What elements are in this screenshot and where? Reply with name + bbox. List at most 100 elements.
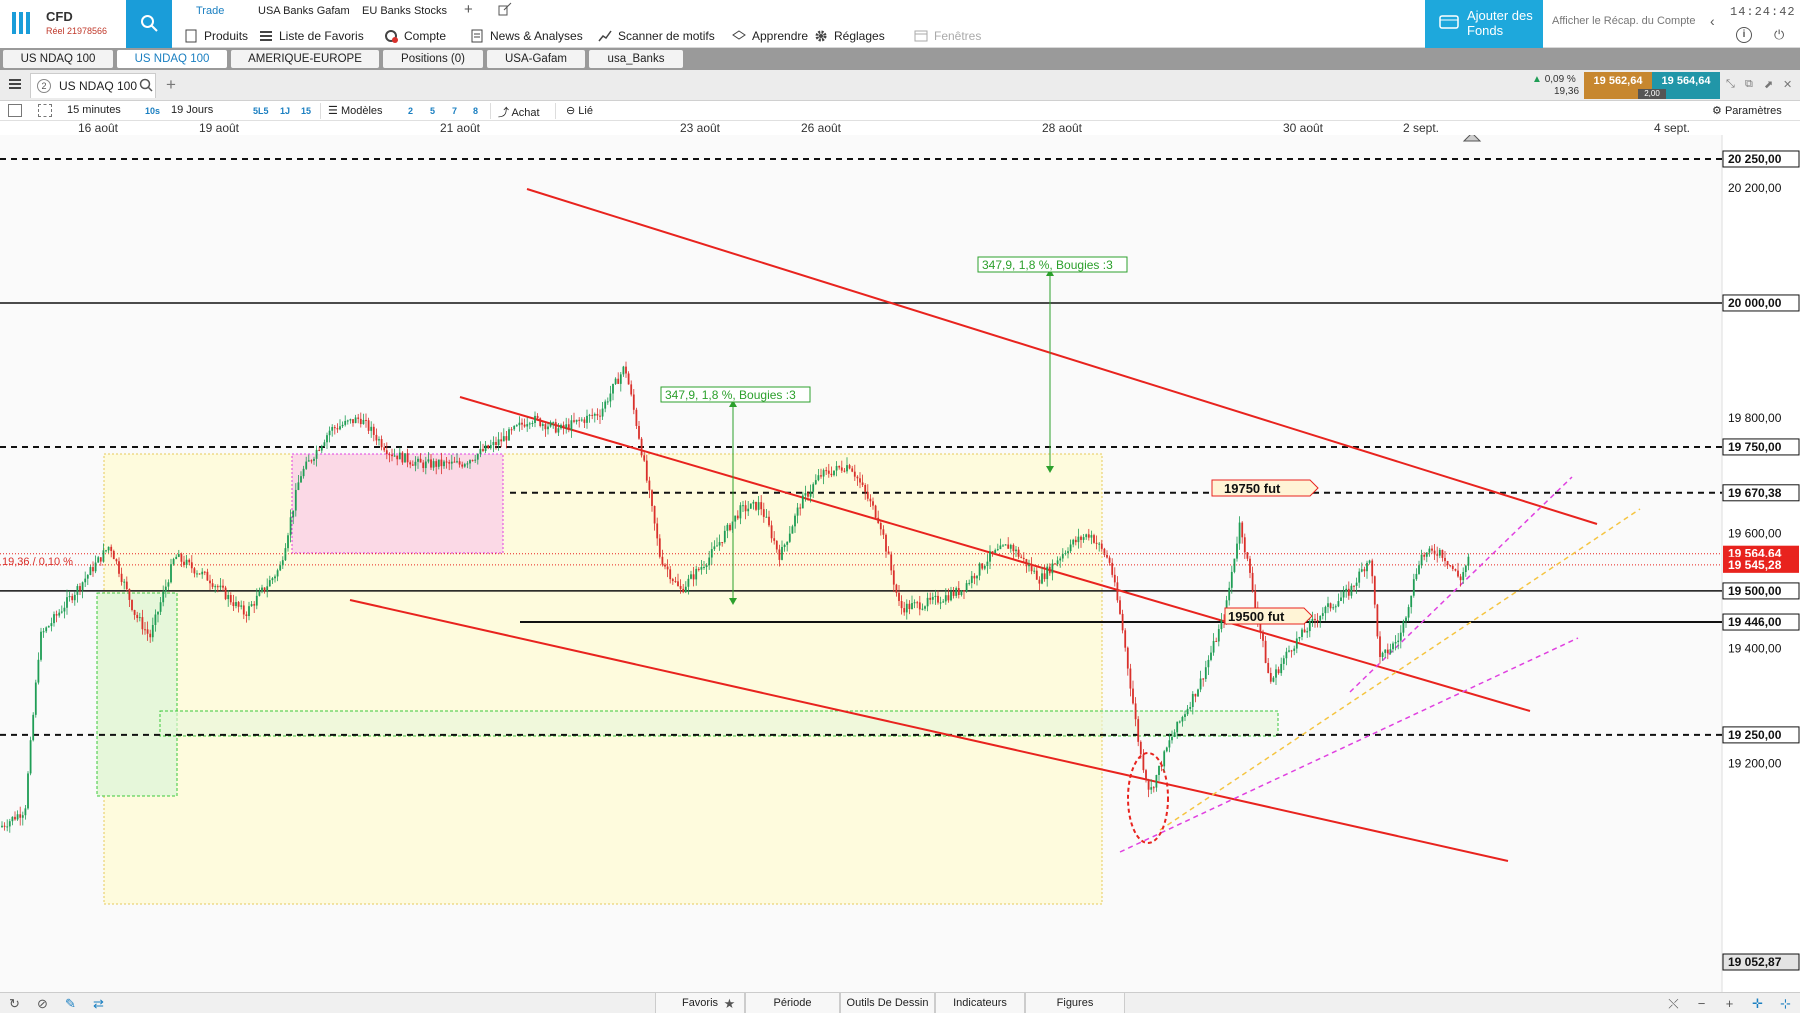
price-axis-label: 19 500,00: [1722, 582, 1800, 600]
candle: [131, 599, 133, 612]
zoom-in-icon[interactable]: +: [1722, 996, 1737, 1011]
add-chart-tab-button[interactable]: +: [166, 75, 176, 95]
buy-mode-icon: ⤴: [498, 107, 509, 119]
hide-icon[interactable]: ⊘: [35, 996, 50, 1011]
price-axis-label: 19 750,00: [1722, 438, 1800, 456]
star-icon[interactable]: ★: [722, 996, 737, 1011]
refresh-icon[interactable]: ↻: [7, 996, 22, 1011]
svg-text:19 400,00: 19 400,00: [1728, 642, 1782, 656]
drawing-tools-tab[interactable]: Outils De Dessin: [840, 993, 935, 1013]
price-change-percent: ▲ 0,09 %: [1532, 74, 1576, 85]
candle: [1233, 558, 1236, 574]
fit-icon[interactable]: ⤬: [1666, 996, 1681, 1011]
svg-text:20 200,00: 20 200,00: [1728, 181, 1782, 195]
power-icon[interactable]: ⏻: [1774, 27, 1790, 43]
price-axis-label: 19 670,38: [1722, 484, 1800, 502]
search-icon[interactable]: [139, 78, 153, 92]
settings-button[interactable]: ⚙ Paramètres: [1712, 104, 1782, 117]
zoom-out-icon[interactable]: −: [1694, 996, 1709, 1011]
menu-liste-favoris[interactable]: Liste de Favoris: [257, 24, 364, 48]
search-button[interactable]: [126, 0, 172, 48]
crosshair-icon[interactable]: ⇄: [91, 996, 106, 1011]
timeframe-shortcut[interactable]: 10s: [145, 106, 160, 116]
indicators-tab[interactable]: Indicateurs: [935, 993, 1025, 1013]
figures-tab[interactable]: Figures: [1025, 993, 1125, 1013]
support-zone[interactable]: [96, 592, 178, 797]
price-axis-label: 19 800,00: [1728, 411, 1782, 425]
workspace-tab[interactable]: Positions (0): [383, 50, 483, 68]
menu-apprendre[interactable]: Apprendre: [730, 24, 808, 48]
menu-news[interactable]: News & Analyses: [468, 24, 583, 48]
count-shortcut[interactable]: 7: [452, 106, 457, 116]
range-select[interactable]: 19 Jours: [171, 104, 213, 116]
candle: [874, 504, 877, 520]
price-chart[interactable]: 347,9, 1,8 %, Bougies :3 347,9, 1,8 %, B…: [0, 135, 1800, 992]
count-shortcut[interactable]: 8: [473, 106, 478, 116]
logo-area: CFD Réel 21978566: [0, 0, 126, 48]
bottom-bar: ↻ ⊘ ✎ ⇄ Favoris ★ Période Outils De Dess…: [0, 992, 1800, 1013]
chart-tab[interactable]: 2 US NDAQ 100: [30, 73, 156, 98]
popout-icon[interactable]: ⬈: [1764, 78, 1773, 91]
eu-banks-stocks-link[interactable]: EU Banks Stocks: [362, 5, 447, 17]
range-shortcut[interactable]: 1J: [280, 106, 290, 116]
account-recap-link[interactable]: Afficher le Récap. du Compte: [1552, 15, 1695, 27]
collapse-icon[interactable]: ⤡: [1726, 78, 1735, 91]
consolidation-zone[interactable]: [103, 453, 1103, 905]
resistance-zone[interactable]: [291, 453, 504, 554]
menu-scanner[interactable]: Scanner de motifs: [596, 24, 715, 48]
detach-icon[interactable]: ⧉: [1745, 78, 1753, 91]
axis-icon[interactable]: ⊹: [1778, 996, 1793, 1011]
price-axis-label: 20 250,00: [1722, 150, 1800, 168]
svg-text:19 250,00: 19 250,00: [1728, 728, 1782, 742]
menu-compte[interactable]: Compte: [382, 24, 446, 48]
add-shortcut-button[interactable]: +: [464, 1, 473, 18]
date-label: 2 sept.: [1402, 121, 1440, 135]
workspace-tab-active[interactable]: US NDAQ 100: [117, 50, 227, 68]
svg-text:19 200,00: 19 200,00: [1728, 757, 1782, 771]
count-shortcut[interactable]: 2: [408, 106, 413, 116]
svg-text:19 052,87: 19 052,87: [1728, 955, 1782, 969]
measure-label[interactable]: 347,9, 1,8 %, Bougies :3: [665, 388, 796, 402]
menu-reglages[interactable]: Réglages: [812, 24, 885, 48]
link-icon: ⊖: [566, 105, 576, 117]
range-shortcut[interactable]: 15: [301, 106, 311, 116]
hamburger-menu-icon[interactable]: [9, 79, 21, 89]
add-funds-button[interactable]: Ajouter des Fonds: [1425, 0, 1543, 48]
workspace-tab[interactable]: US NDAQ 100: [3, 50, 113, 68]
chart-canvas[interactable]: 347,9, 1,8 %, Bougies :3 347,9, 1,8 %, B…: [0, 135, 1800, 992]
usa-banks-gafam-link[interactable]: USA Banks Gafam: [258, 5, 350, 17]
measure-label[interactable]: 347,9, 1,8 %, Bougies :3: [982, 258, 1113, 272]
models-button[interactable]: ☰ Modèles: [328, 104, 383, 117]
close-icon[interactable]: ✕: [1783, 78, 1792, 91]
layout-icon[interactable]: [38, 104, 52, 117]
buy-mode-button[interactable]: ⤴ Achat: [498, 104, 540, 120]
workspace-tab[interactable]: AMERIQUE-EUROPE: [231, 50, 379, 68]
future-level-label[interactable]: 19750 fut: [1224, 481, 1281, 496]
range-shortcut[interactable]: 5L5: [253, 106, 269, 116]
info-icon[interactable]: i: [1736, 27, 1752, 43]
link-button[interactable]: ⊖ Lié: [566, 104, 593, 117]
trade-link[interactable]: Trade: [196, 5, 224, 17]
menu-produits[interactable]: Produits: [182, 24, 248, 48]
candle: [224, 585, 227, 601]
workspace-tab[interactable]: usa_Banks: [589, 50, 683, 68]
window-icon: [914, 30, 928, 42]
future-level-label[interactable]: 19500 fut: [1228, 609, 1285, 624]
price-axis-label: 20 000,00: [1722, 294, 1800, 312]
chevron-left-icon[interactable]: ‹: [1710, 13, 1715, 29]
period-tab[interactable]: Période: [745, 993, 840, 1013]
menu-fenetres[interactable]: Fenêtres: [912, 24, 981, 48]
demand-zone[interactable]: [159, 710, 1279, 737]
count-shortcut[interactable]: 5: [430, 106, 435, 116]
crosshair-icon[interactable]: ✛: [1750, 996, 1765, 1011]
pencil-icon[interactable]: ✎: [63, 996, 78, 1011]
workspace-tab[interactable]: USA-Gafam: [487, 50, 585, 68]
edit-shortcut-icon[interactable]: [498, 2, 512, 19]
candle: [29, 736, 32, 776]
candle: [1137, 716, 1140, 747]
price-axis-label: 19 052,87: [1722, 953, 1800, 971]
svg-text:19 800,00: 19 800,00: [1728, 411, 1782, 425]
panel-icon[interactable]: [8, 104, 22, 117]
timeframe-select[interactable]: 15 minutes: [67, 104, 121, 116]
clock: 14:24:42: [1730, 5, 1796, 19]
